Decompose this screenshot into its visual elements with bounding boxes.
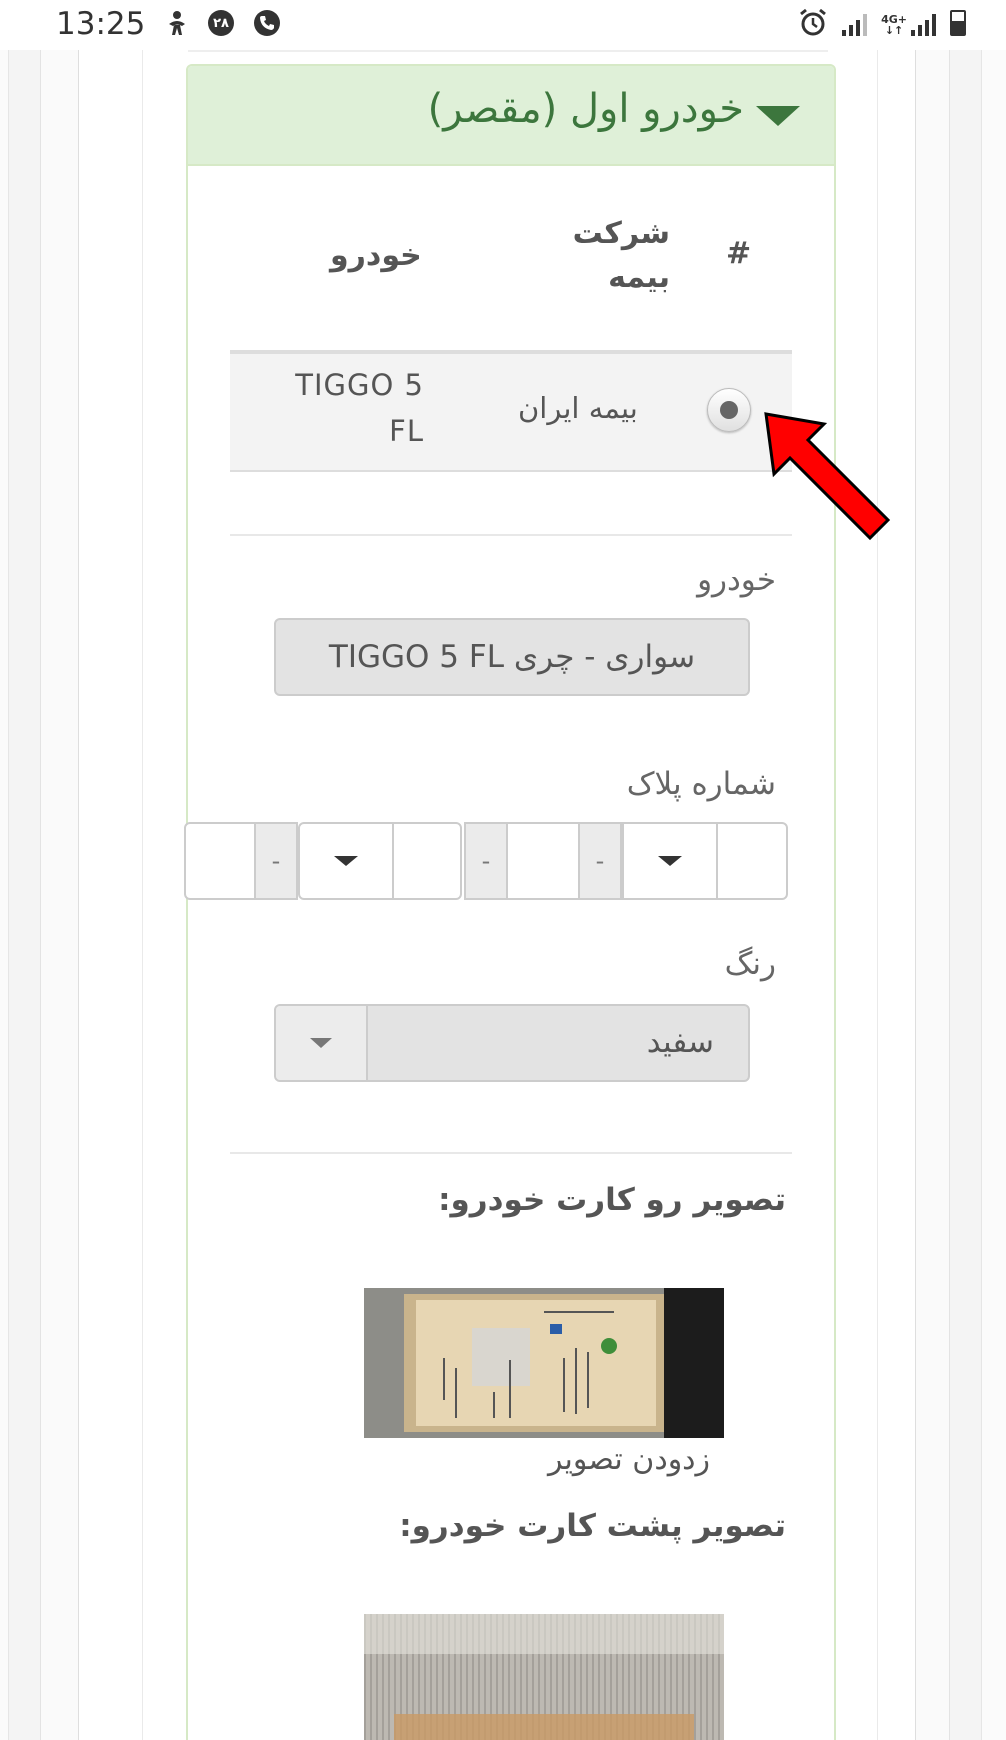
phone-icon xyxy=(254,10,280,36)
plate-letter-select[interactable] xyxy=(298,822,394,900)
plate-part-input[interactable] xyxy=(184,822,256,900)
chevron-down-icon xyxy=(310,1038,332,1048)
alarm-icon xyxy=(800,8,827,36)
color-dropdown-button[interactable] xyxy=(276,1006,368,1080)
plate-part-input[interactable] xyxy=(392,822,462,900)
panel-header[interactable]: خودرو اول (مقصر) xyxy=(188,66,834,166)
status-icons: 4G+ ↓↑ xyxy=(798,8,966,36)
vehicle-field[interactable]: سواری - چری TIGGO 5 FL xyxy=(274,618,750,696)
vehicle-label: خودرو xyxy=(697,562,776,598)
signal-icon xyxy=(842,12,868,36)
plate-part-input[interactable] xyxy=(716,822,788,900)
plate-separator: - xyxy=(578,822,622,900)
accessibility-icon xyxy=(164,10,190,36)
divider xyxy=(230,1152,792,1154)
color-value: سفید xyxy=(646,1024,714,1060)
remove-image-link[interactable]: زدودن تصویر xyxy=(548,1442,710,1477)
battery-icon xyxy=(950,10,966,36)
table-header-vehicle: خودرو xyxy=(330,238,422,273)
plate-label: شماره پلاک xyxy=(626,766,776,802)
plate-separator: - xyxy=(464,822,508,900)
notification-badge-icon: ۲۸ xyxy=(208,10,234,36)
status-time: 13:25 xyxy=(56,6,146,42)
plate-part-input[interactable] xyxy=(506,822,580,900)
back-card-label: تصویر پشت کارت خودرو: xyxy=(399,1508,786,1544)
back-card-image xyxy=(364,1614,724,1740)
color-select[interactable]: سفید xyxy=(274,1004,750,1082)
divider xyxy=(188,50,828,52)
chevron-down-icon xyxy=(334,856,358,866)
row-select-radio[interactable] xyxy=(707,388,751,432)
color-label: رنگ xyxy=(724,946,776,982)
collapse-caret-icon[interactable] xyxy=(756,106,800,126)
panel-title: خودرو اول (مقصر) xyxy=(427,86,744,132)
divider xyxy=(230,534,792,536)
vehicle-panel: خودرو اول (مقصر) xyxy=(186,64,836,1740)
status-bar: 13:25 ۲۸ 4G+ ↓↑ xyxy=(0,0,1006,50)
row-insurer: بیمه ایران xyxy=(518,391,638,425)
table-header-insurer: شرکت بیمه xyxy=(572,216,670,295)
signal-4g-icon: 4G+ ↓↑ xyxy=(881,12,936,36)
red-arrow-annotation xyxy=(764,412,891,541)
table-header-index: # xyxy=(726,236,752,271)
plate-letter-select[interactable] xyxy=(622,822,718,900)
plate-separator: - xyxy=(254,822,298,900)
chevron-down-icon xyxy=(658,856,682,866)
front-card-image xyxy=(364,1288,724,1438)
row-vehicle: TIGGO 5 FL xyxy=(295,368,424,448)
front-card-label: تصویر رو کارت خودرو: xyxy=(438,1182,786,1218)
